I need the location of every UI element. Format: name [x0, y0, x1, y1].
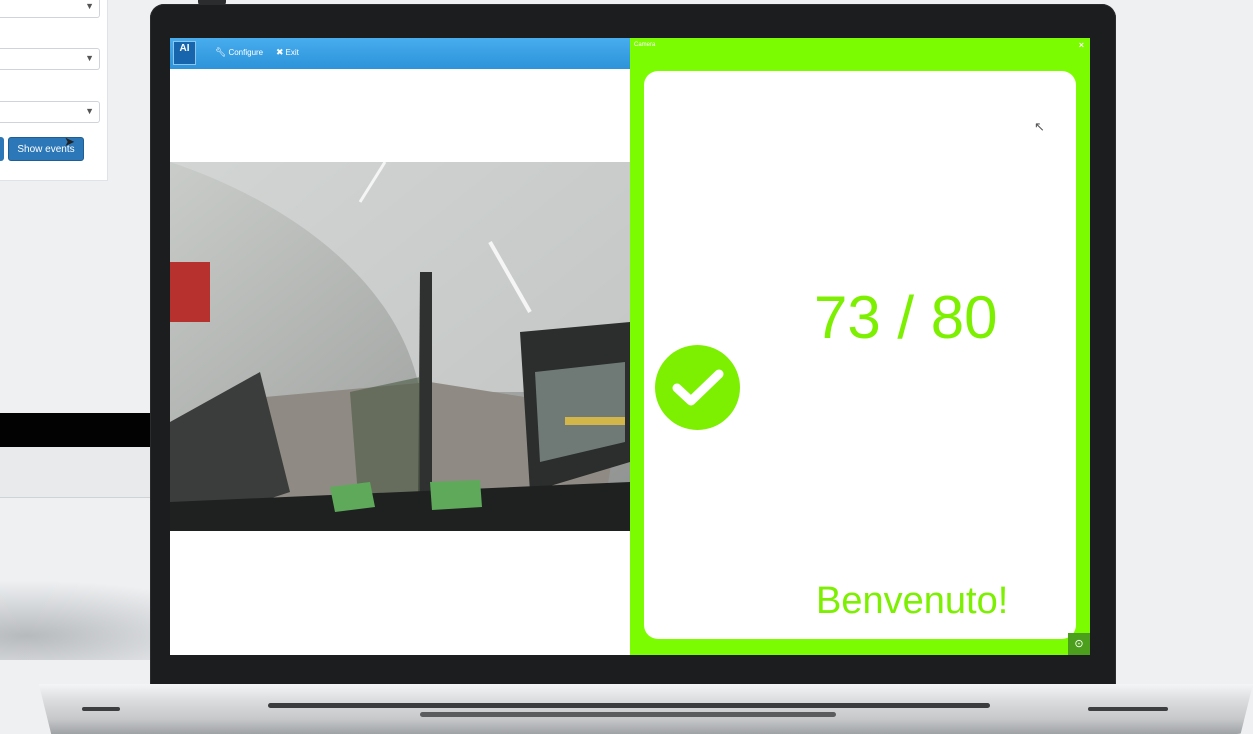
occupancy-count: 73 / 80 — [814, 284, 998, 351]
camera-feed-image — [170, 162, 630, 531]
corner-action-button[interactable]: ⊙ — [1068, 633, 1090, 655]
filter-select-3[interactable]: ▼ — [0, 101, 100, 123]
laptop-screen: AI 🔧︎ Configure ✖ Exit Camera × ↖ 73 / 8… — [170, 38, 1090, 655]
mouse-cursor-icon: ↖ — [1034, 119, 1045, 134]
camera-feed — [170, 162, 630, 531]
laptop-trackpad-edge — [420, 712, 836, 717]
filter-select-1[interactable]: ▼ — [0, 0, 100, 18]
checkmark-glyph — [672, 369, 723, 405]
dropdown-caret-icon: ▼ — [85, 106, 94, 116]
configure-label: Configure — [228, 48, 264, 57]
background-filter-panel: ▼ ▼ ▼ Show events ➤ — [0, 0, 108, 181]
logo-text: AI — [179, 43, 190, 54]
access-result-panel: Camera × ↖ 73 / 80 Benvenuto! ⊙ — [630, 38, 1090, 655]
close-icon: ✖ — [276, 47, 284, 57]
panel-close-button[interactable]: × — [1079, 40, 1084, 50]
welcome-message: Benvenuto! — [816, 580, 1009, 622]
partial-button[interactable] — [0, 137, 4, 161]
exit-button[interactable]: ✖ Exit — [276, 47, 299, 58]
exit-label: Exit — [285, 48, 299, 57]
laptop-hinge-slot — [268, 703, 990, 708]
mouse-cursor-icon: ➤ — [64, 134, 75, 149]
app-toolbar: AI 🔧︎ Configure ✖ Exit — [170, 38, 630, 69]
laptop-foot-right — [1088, 707, 1168, 711]
configure-button[interactable]: 🔧︎ Configure — [215, 47, 263, 58]
app-logo[interactable]: AI — [173, 41, 196, 65]
background-grey-strip — [0, 447, 152, 498]
dropdown-caret-icon: ▼ — [85, 1, 94, 11]
checkmark-icon — [655, 345, 740, 430]
filter-select-2[interactable]: ▼ — [0, 48, 100, 70]
wrench-icon: 🔧︎ — [215, 47, 227, 57]
result-card: ↖ 73 / 80 Benvenuto! — [644, 71, 1076, 639]
background-dark-strip — [0, 413, 150, 447]
laptop-foot-left — [82, 707, 120, 711]
dropdown-caret-icon: ▼ — [85, 53, 94, 63]
panel-title: Camera — [634, 42, 656, 48]
laptop-base — [38, 684, 1253, 734]
